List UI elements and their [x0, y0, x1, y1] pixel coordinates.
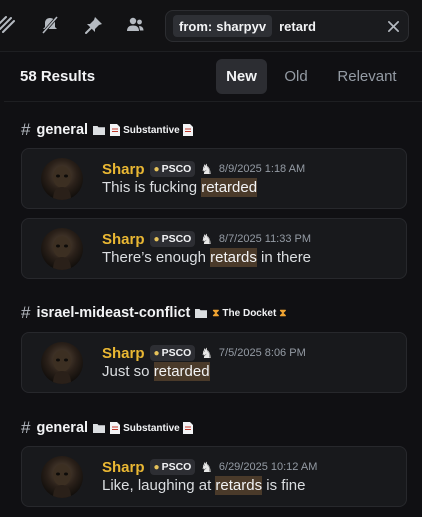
members-icon[interactable] [124, 14, 146, 36]
chess-knight-icon: ♞ [200, 344, 213, 361]
message-text: This is fucking retarded [102, 178, 258, 197]
filter-label: from: [179, 18, 213, 34]
text-before: Just so [102, 363, 154, 380]
channel-name: israel-mideast-conflict [36, 305, 191, 321]
text-before: There’s enough [102, 249, 211, 266]
search-filter-chip[interactable]: from: sharpyv [173, 15, 273, 37]
results-count: 58 Results [20, 68, 96, 85]
timestamp: 8/7/2025 11:33 PM [218, 233, 312, 245]
tag-label: PSCO [161, 461, 192, 473]
chess-knight-icon: ♞ [200, 160, 213, 177]
author-name[interactable]: Sharp [102, 459, 145, 476]
text-after: in there [256, 249, 312, 266]
channel-name: general [36, 420, 89, 436]
hash-icon: # [21, 120, 31, 139]
moneybag-icon: ● [153, 233, 160, 245]
server-tag[interactable]: ● PSCO [149, 345, 196, 361]
author-name[interactable]: Sharp [102, 345, 145, 362]
author-name[interactable]: Sharp [102, 231, 145, 248]
search-input[interactable]: from: sharpyv retard [165, 10, 409, 42]
search-highlight: retards [215, 476, 263, 495]
message-text: There’s enough retards in there [102, 248, 312, 267]
message-result[interactable]: Sharp ● PSCO ♞ 8/7/2025 11:33 PM There’s … [21, 218, 407, 279]
moneybag-icon: ● [153, 347, 160, 359]
text-before: This is fucking [102, 179, 202, 196]
category-name: The Docket [222, 307, 277, 319]
message-meta: Sharp ● PSCO ♞ 8/9/2025 1:18 AM [102, 159, 305, 179]
close-icon[interactable] [384, 17, 402, 35]
channel-header[interactable]: # general Substantive [21, 120, 193, 140]
text-after: is fine [262, 477, 306, 494]
page-icon [110, 124, 121, 136]
avatar[interactable] [41, 342, 83, 384]
message-text: Just so retarded [102, 362, 210, 381]
chess-knight-icon: ♞ [200, 230, 213, 247]
message-meta: Sharp ● PSCO ♞ 6/29/2025 10:12 AM [102, 457, 317, 477]
timestamp: 8/9/2025 1:18 AM [218, 163, 306, 175]
hourglass-icon: ⧗ [212, 307, 220, 319]
tag-label: PSCO [161, 163, 192, 175]
text-before: Like, laughing at [102, 477, 216, 494]
toolbar: from: sharpyv retard [0, 0, 422, 52]
timestamp: 6/29/2025 10:12 AM [218, 461, 318, 473]
message-meta: Sharp ● PSCO ♞ 7/5/2025 8:06 PM [102, 343, 306, 363]
search-highlight: retarded [201, 178, 258, 197]
timestamp: 7/5/2025 8:06 PM [218, 347, 306, 359]
avatar[interactable] [41, 158, 83, 200]
tag-label: PSCO [161, 233, 192, 245]
message-result[interactable]: Sharp ● PSCO ♞ 8/9/2025 1:18 AM This is f… [21, 148, 407, 209]
server-tag[interactable]: ● PSCO [149, 459, 196, 475]
pin-icon[interactable] [83, 14, 105, 36]
page-icon [182, 422, 193, 434]
mute-icon[interactable] [39, 14, 61, 36]
server-tag[interactable]: ● PSCO [149, 161, 196, 177]
tab-relevant[interactable]: Relevant [328, 59, 406, 94]
moneybag-icon: ● [153, 461, 160, 473]
page-icon [182, 124, 193, 136]
search-query: retard [279, 18, 316, 34]
message-result[interactable]: Sharp ● PSCO ♞ 7/5/2025 8:06 PM Just so r… [21, 332, 407, 393]
category-name: Substantive [123, 124, 180, 136]
tag-label: PSCO [161, 347, 192, 359]
hash-icon: # [21, 418, 31, 437]
message-meta: Sharp ● PSCO ♞ 8/7/2025 11:33 PM [102, 229, 311, 249]
message-text: Like, laughing at retards is fine [102, 476, 306, 495]
page-icon [110, 422, 121, 434]
tab-new[interactable]: New [216, 59, 267, 94]
moneybag-icon: ● [153, 163, 160, 175]
channel-name: general [36, 122, 89, 138]
avatar[interactable] [41, 456, 83, 498]
category-label: ⧗ The Docket ⧗ [212, 308, 286, 319]
search-results-panel: from: sharpyv retard 58 Results New Old … [0, 0, 422, 517]
author-name[interactable]: Sharp [102, 161, 145, 178]
avatar[interactable] [41, 228, 83, 270]
message-result[interactable]: Sharp ● PSCO ♞ 6/29/2025 10:12 AM Like, l… [21, 446, 407, 507]
hourglass-icon: ⧗ [279, 307, 287, 319]
filter-value: sharpyv [216, 18, 267, 34]
category-name: Substantive [123, 422, 180, 434]
folder-icon [93, 424, 106, 433]
results-header: 58 Results New Old Relevant [4, 52, 422, 102]
folder-icon [93, 126, 106, 135]
tab-old[interactable]: Old [275, 59, 317, 94]
search-highlight: retarded [153, 362, 210, 381]
hash-icon: # [21, 303, 31, 322]
category-label: Substantive [110, 422, 193, 434]
channel-header[interactable]: # israel-mideast-conflict ⧗ The Docket ⧗ [21, 303, 286, 323]
category-label: Substantive [110, 124, 193, 136]
channel-header[interactable]: # general Substantive [21, 418, 193, 438]
chess-knight-icon: ♞ [200, 458, 213, 475]
threads-icon[interactable] [0, 14, 18, 36]
search-highlight: retards [210, 248, 257, 267]
server-tag[interactable]: ● PSCO [149, 231, 196, 247]
folder-icon [195, 309, 208, 318]
